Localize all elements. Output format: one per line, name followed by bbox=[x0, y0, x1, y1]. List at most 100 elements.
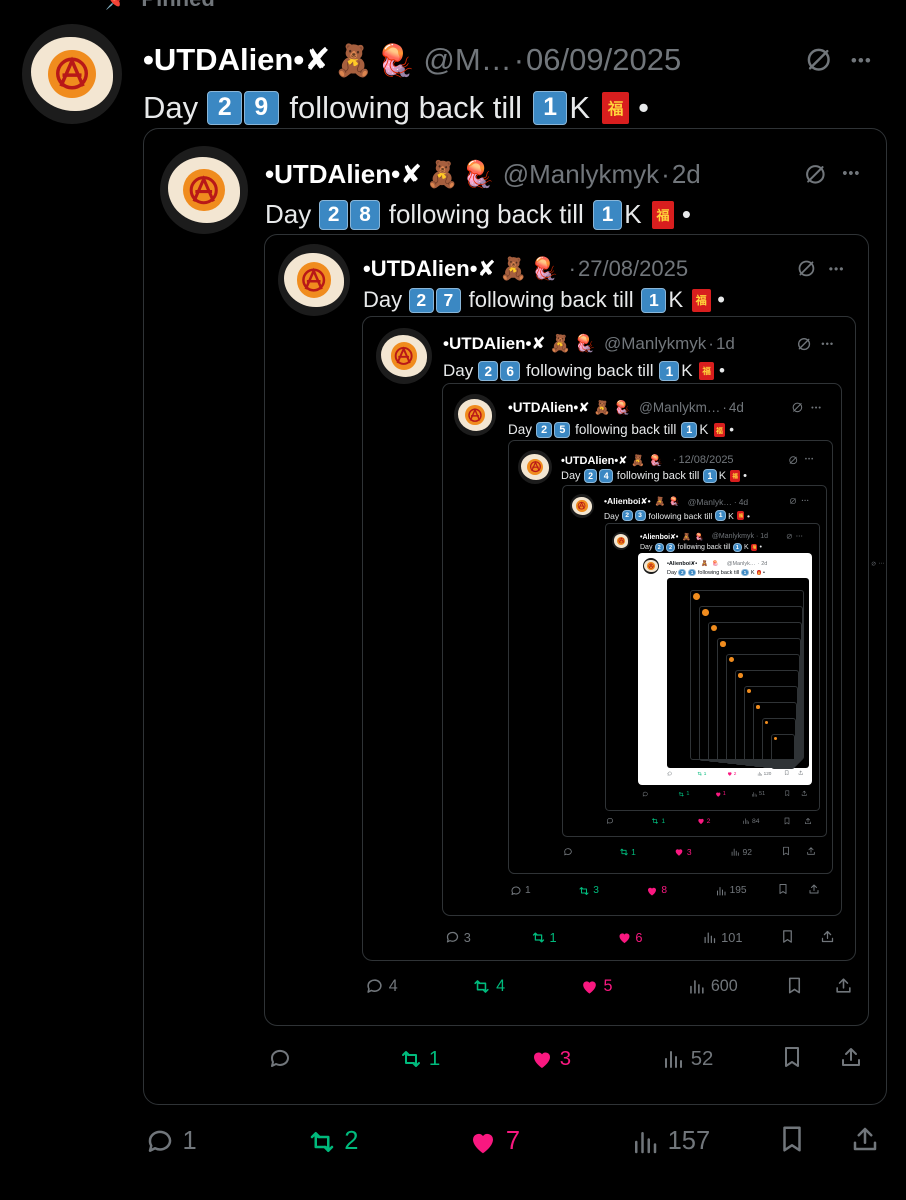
share-icon[interactable] bbox=[808, 883, 820, 895]
avatar[interactable] bbox=[160, 146, 248, 234]
share-icon[interactable] bbox=[839, 1045, 863, 1069]
views-button[interactable]: 157 bbox=[630, 1124, 710, 1160]
display-name[interactable]: •UTDAlien•✘ bbox=[265, 159, 422, 190]
bookmark-icon[interactable] bbox=[784, 770, 790, 776]
grok-icon[interactable] bbox=[804, 45, 833, 74]
bookmark-icon[interactable] bbox=[777, 883, 789, 895]
repost-button[interactable]: 1 bbox=[651, 817, 665, 827]
handle[interactable]: @Manlykmyk bbox=[503, 159, 659, 190]
bookmark-icon[interactable] bbox=[780, 1045, 804, 1069]
views-button[interactable]: 195 bbox=[715, 883, 747, 897]
avatar[interactable] bbox=[376, 328, 432, 384]
repost-button[interactable]: 1 bbox=[619, 846, 636, 858]
display-name[interactable]: •UTDAlien•✘ bbox=[443, 334, 546, 354]
reply-button[interactable]: 1 bbox=[510, 883, 531, 897]
avatar[interactable] bbox=[22, 24, 122, 124]
like-button[interactable]: 5 bbox=[580, 976, 612, 999]
share-icon[interactable] bbox=[801, 790, 808, 797]
handle[interactable]: @Manlyk… bbox=[688, 497, 732, 507]
reply-button[interactable]: 3 bbox=[445, 929, 471, 947]
repost-button[interactable]: 1 bbox=[399, 1045, 440, 1074]
timestamp[interactable]: 06/09/2025 bbox=[526, 42, 681, 78]
handle[interactable]: @Manlykm… bbox=[639, 400, 720, 415]
share-icon[interactable] bbox=[834, 976, 853, 995]
grok-icon[interactable] bbox=[803, 162, 828, 187]
more-icon[interactable]: ••• bbox=[842, 159, 860, 190]
like-button[interactable]: 3 bbox=[530, 1045, 571, 1074]
grok-icon[interactable] bbox=[871, 561, 876, 566]
more-icon[interactable]: ••• bbox=[811, 400, 822, 416]
more-icon[interactable]: ••• bbox=[796, 532, 803, 540]
like-button[interactable]: 1 bbox=[715, 790, 726, 798]
more-icon[interactable]: ••• bbox=[802, 496, 810, 506]
display-name[interactable]: •UTDAlien•✘ bbox=[143, 42, 330, 78]
repost-button[interactable]: 1 bbox=[697, 770, 706, 777]
reply-button[interactable]: 4 bbox=[365, 976, 398, 999]
reply-button[interactable] bbox=[642, 790, 650, 798]
repost-button[interactable]: 2 bbox=[307, 1124, 358, 1160]
like-button[interactable]: 7 bbox=[468, 1124, 520, 1160]
timestamp[interactable]: 2d bbox=[672, 159, 701, 190]
more-icon[interactable]: ••• bbox=[821, 334, 834, 354]
like-button[interactable]: 8 bbox=[646, 883, 667, 897]
views-button[interactable]: 51 bbox=[751, 790, 765, 798]
bookmark-icon[interactable] bbox=[783, 817, 791, 825]
timestamp[interactable]: 4d bbox=[729, 400, 744, 415]
reply-button[interactable] bbox=[667, 770, 674, 777]
more-icon[interactable]: ••• bbox=[829, 256, 845, 282]
handle[interactable]: @Manlyk… bbox=[727, 561, 756, 567]
reply-button[interactable] bbox=[606, 817, 616, 827]
like-button[interactable]: 2 bbox=[727, 770, 736, 777]
display-name[interactable]: •Alienboi✘• bbox=[640, 533, 678, 541]
repost-button[interactable]: 4 bbox=[472, 976, 505, 999]
avatar[interactable] bbox=[454, 394, 496, 436]
display-name[interactable]: •Alienboi✘• bbox=[667, 561, 697, 567]
views-button[interactable]: 600 bbox=[687, 976, 738, 999]
timestamp[interactable]: 4d bbox=[739, 497, 748, 507]
reply-button[interactable] bbox=[268, 1045, 298, 1074]
share-icon[interactable] bbox=[798, 770, 804, 776]
grok-icon[interactable] bbox=[788, 455, 798, 465]
bookmark-icon[interactable] bbox=[785, 976, 804, 995]
avatar[interactable] bbox=[570, 494, 594, 518]
reply-button[interactable] bbox=[563, 846, 576, 858]
display-name[interactable]: •UTDAlien•✘ bbox=[561, 454, 627, 467]
avatar[interactable] bbox=[643, 558, 659, 574]
grok-icon[interactable] bbox=[796, 258, 817, 279]
bookmark-icon[interactable] bbox=[781, 846, 791, 856]
bookmark-icon[interactable] bbox=[784, 790, 791, 797]
bookmark-icon[interactable] bbox=[777, 1124, 807, 1154]
views-button[interactable]: 120 bbox=[757, 770, 771, 777]
share-icon[interactable] bbox=[806, 846, 816, 856]
display-name[interactable]: •UTDAlien•✘ bbox=[363, 256, 496, 282]
display-name[interactable]: •Alienboi✘• bbox=[604, 496, 651, 507]
grok-icon[interactable] bbox=[789, 497, 797, 505]
repost-button[interactable]: 1 bbox=[678, 790, 690, 798]
reply-button[interactable]: 1 bbox=[145, 1124, 197, 1160]
avatar[interactable] bbox=[612, 532, 630, 550]
share-icon[interactable] bbox=[820, 929, 835, 944]
like-button[interactable]: 2 bbox=[697, 817, 710, 827]
avatar[interactable] bbox=[518, 450, 552, 484]
timestamp[interactable]: 1d bbox=[716, 334, 735, 354]
views-button[interactable]: 84 bbox=[742, 817, 760, 827]
timestamp[interactable]: 1d bbox=[760, 533, 768, 540]
more-icon[interactable]: ••• bbox=[851, 42, 872, 79]
more-icon[interactable]: ••• bbox=[805, 454, 814, 467]
repost-button[interactable]: 3 bbox=[578, 883, 599, 897]
handle[interactable]: @Manlykmyk bbox=[712, 533, 754, 540]
handle[interactable]: @Manlykmyk bbox=[604, 334, 706, 354]
grok-icon[interactable] bbox=[786, 533, 793, 540]
avatar[interactable] bbox=[278, 244, 350, 316]
grok-icon[interactable] bbox=[796, 336, 812, 352]
handle[interactable]: @M… bbox=[423, 42, 511, 78]
timestamp[interactable]: 27/08/2025 bbox=[578, 256, 688, 282]
like-button[interactable]: 3 bbox=[674, 846, 692, 858]
timestamp[interactable]: 12/08/2025 bbox=[679, 454, 734, 466]
like-button[interactable]: 6 bbox=[617, 929, 642, 947]
timestamp[interactable]: 2d bbox=[761, 561, 767, 567]
grok-icon[interactable] bbox=[791, 401, 804, 414]
views-button[interactable]: 52 bbox=[661, 1045, 713, 1074]
views-button[interactable]: 92 bbox=[730, 846, 752, 858]
more-icon[interactable]: ••• bbox=[879, 560, 885, 567]
